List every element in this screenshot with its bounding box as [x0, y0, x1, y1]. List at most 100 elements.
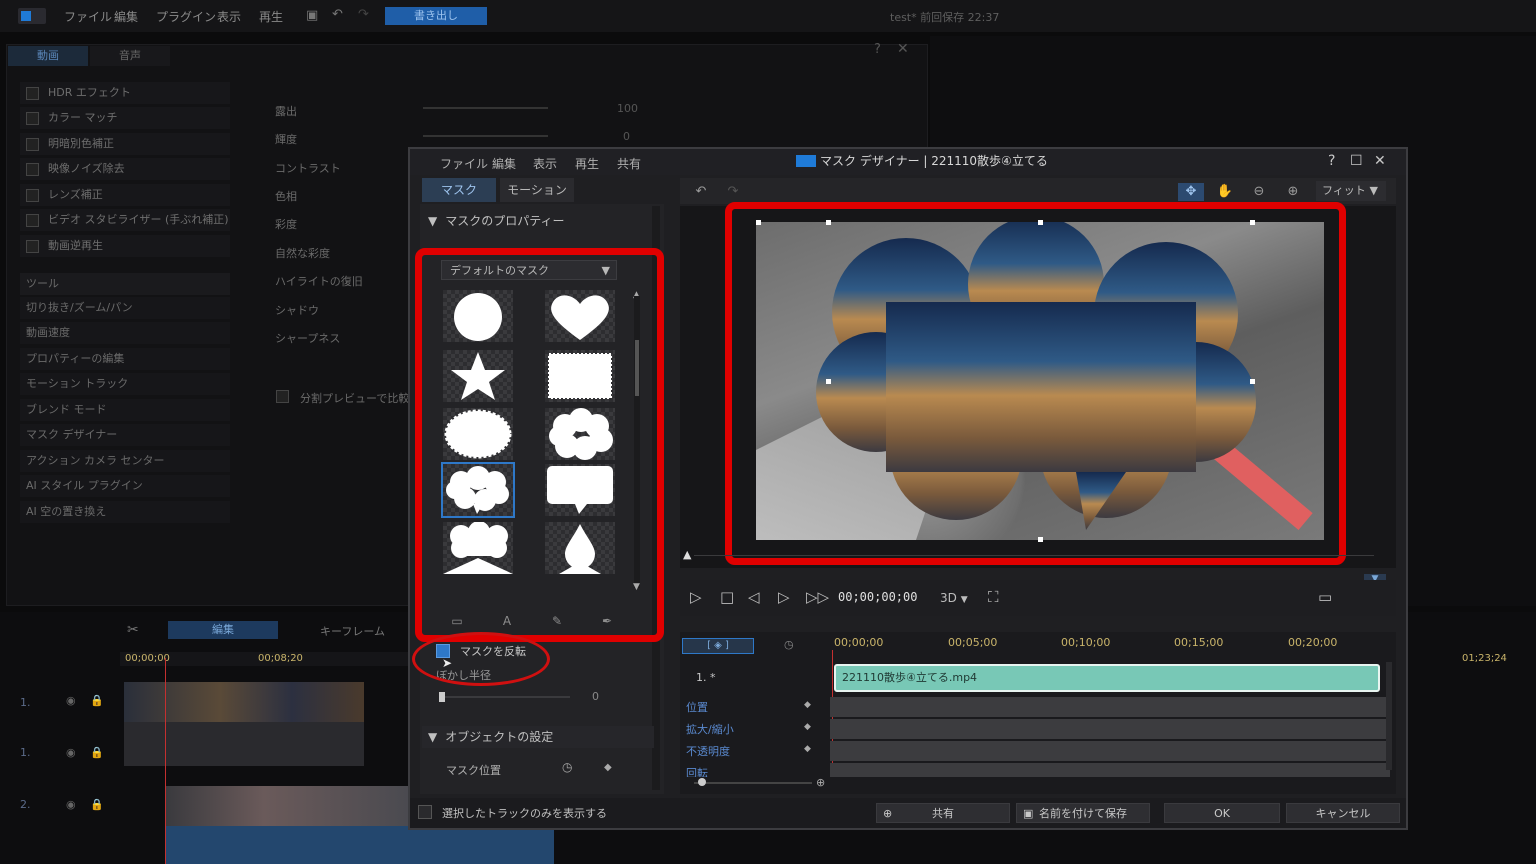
- hand-tool-icon[interactable]: ✋: [1212, 183, 1238, 201]
- keyframe-track-scale[interactable]: [830, 719, 1390, 739]
- menu-play[interactable]: 再生: [259, 8, 283, 25]
- share-button[interactable]: ⊕ 共有: [876, 803, 1010, 823]
- lock-icon[interactable]: 🔒: [90, 798, 104, 811]
- tab-audio[interactable]: 音声: [90, 46, 170, 66]
- display-icon[interactable]: ▭: [1318, 588, 1332, 606]
- keyframe-scrollbar[interactable]: [1386, 662, 1392, 770]
- save-as-button[interactable]: ▣ 名前を付けて保存: [1016, 803, 1150, 823]
- move-tool-icon[interactable]: ✥: [1178, 183, 1204, 201]
- menu-file[interactable]: ファイル: [64, 8, 112, 25]
- eye-icon[interactable]: ◉: [66, 798, 76, 811]
- menu-plugin[interactable]: プラグイン: [156, 8, 216, 25]
- zoom-in-icon[interactable]: ⊕: [1280, 183, 1306, 201]
- lock-icon[interactable]: 🔒: [90, 694, 104, 707]
- mask-properties-header[interactable]: ▼ マスクのプロパティー: [422, 210, 654, 232]
- eye-icon[interactable]: ◉: [66, 694, 76, 707]
- tab-keyframe[interactable]: キーフレーム: [320, 623, 385, 639]
- video-clip[interactable]: 221110散歩④立てる.mp4: [834, 664, 1380, 692]
- ok-button[interactable]: OK: [1164, 803, 1280, 823]
- lock-icon[interactable]: 🔒: [90, 746, 104, 759]
- menu-view[interactable]: 表示: [217, 8, 241, 25]
- keyframe-track-position[interactable]: [830, 697, 1390, 717]
- timeline-audio-clip[interactable]: [166, 826, 554, 864]
- export-button[interactable]: 書き出し: [385, 7, 487, 25]
- undo-icon[interactable]: ↶: [332, 7, 343, 22]
- keyframe-diamond-icon[interactable]: ◆: [804, 700, 811, 710]
- effect-item[interactable]: カラー マッチ: [20, 107, 230, 129]
- tools-header[interactable]: ツール: [20, 273, 230, 295]
- dialog-menu-edit[interactable]: 編集: [492, 155, 516, 172]
- zoom-in-icon[interactable]: ⊕: [816, 776, 825, 789]
- next-frame-icon[interactable]: ▷: [778, 588, 790, 606]
- keyframe-view-button[interactable]: [ ◈ ]: [682, 638, 754, 654]
- 3d-mode-dropdown[interactable]: 3D ▼: [940, 591, 968, 605]
- effect-item[interactable]: ビデオ スタビライザー (手ぶれ補正): [20, 209, 230, 231]
- clock-icon[interactable]: ◷: [784, 638, 794, 651]
- menu-edit[interactable]: 編集: [114, 8, 138, 25]
- redo-icon[interactable]: ↷: [358, 7, 369, 22]
- effect-item[interactable]: 動画逆再生: [20, 235, 230, 257]
- tool-item[interactable]: AI スタイル プラグイン: [20, 475, 230, 497]
- cancel-button[interactable]: キャンセル: [1286, 803, 1400, 823]
- tab-video[interactable]: 動画: [8, 46, 88, 66]
- split-preview-checkbox[interactable]: [276, 390, 289, 403]
- redo-icon[interactable]: ↷: [720, 183, 746, 201]
- fullscreen-icon[interactable]: ⛶: [988, 588, 999, 606]
- exposure-slider[interactable]: [423, 107, 548, 109]
- dialog-menu-view[interactable]: 表示: [533, 155, 557, 172]
- tool-item[interactable]: マスク デザイナー: [20, 424, 230, 446]
- tool-item[interactable]: AI 空の置き換え: [20, 501, 230, 523]
- effect-item[interactable]: HDR エフェクト: [20, 82, 230, 104]
- keyframe-diamond-icon[interactable]: ◆: [804, 744, 811, 754]
- timeline-video-clip[interactable]: [124, 682, 364, 722]
- feather-radius-slider[interactable]: [440, 696, 570, 698]
- tool-item[interactable]: モーション トラック: [20, 373, 230, 395]
- keyframe-diamond-icon[interactable]: ◆: [804, 722, 811, 732]
- tab-motion[interactable]: モーション: [500, 178, 574, 202]
- close-icon[interactable]: ✕: [897, 41, 909, 57]
- maximize-icon[interactable]: ☐: [1350, 153, 1363, 169]
- slider-thumb[interactable]: [698, 778, 706, 786]
- tool-item[interactable]: プロパティーの編集: [20, 348, 230, 370]
- help-icon[interactable]: ?: [874, 42, 881, 57]
- timeline-marker-icon[interactable]: ▲: [683, 548, 691, 561]
- timecode-display[interactable]: 00;00;00;00: [838, 590, 917, 604]
- object-settings-header[interactable]: ▼ オブジェクトの設定: [422, 726, 654, 748]
- clock-icon[interactable]: ◷: [562, 760, 572, 774]
- keyframe-track-opacity[interactable]: [830, 741, 1390, 761]
- scissors-icon[interactable]: ✂: [127, 622, 139, 638]
- play-icon[interactable]: ▷: [690, 588, 702, 606]
- show-selected-checkbox[interactable]: [418, 805, 432, 819]
- undo-icon[interactable]: ↶: [688, 183, 714, 201]
- eye-icon[interactable]: ◉: [66, 746, 76, 759]
- effect-item[interactable]: レンズ補正: [20, 184, 230, 206]
- brightness-slider[interactable]: [423, 135, 548, 137]
- close-icon[interactable]: ✕: [1374, 153, 1386, 169]
- tool-item[interactable]: 動画速度: [20, 322, 230, 344]
- timeline-audio-clip[interactable]: [124, 722, 364, 766]
- slider-thumb[interactable]: [439, 692, 445, 702]
- zoom-slider[interactable]: [694, 782, 812, 784]
- keyframe-diamond-icon[interactable]: ◆: [604, 762, 612, 773]
- dialog-menu-play[interactable]: 再生: [575, 155, 599, 172]
- dialog-menu-file[interactable]: ファイル: [440, 155, 488, 172]
- save-icon[interactable]: ▣: [306, 8, 318, 23]
- tab-mask[interactable]: マスク: [422, 178, 496, 202]
- keyframe-track-rotation[interactable]: [830, 763, 1390, 777]
- tool-item[interactable]: 切り抜き/ズーム/パン: [20, 297, 230, 319]
- effect-item[interactable]: 明暗別色補正: [20, 133, 230, 155]
- zoom-out-icon[interactable]: ⊖: [1246, 183, 1272, 201]
- tool-item[interactable]: アクション カメラ センター: [20, 450, 230, 472]
- help-icon[interactable]: ?: [1328, 153, 1335, 169]
- previous-frame-icon[interactable]: ◁: [748, 588, 760, 606]
- dialog-menu-share[interactable]: 共有: [617, 155, 641, 172]
- tab-edit[interactable]: 編集: [168, 621, 278, 639]
- effect-item[interactable]: 映像ノイズ除去: [20, 158, 230, 180]
- playhead[interactable]: [165, 658, 166, 864]
- stop-icon[interactable]: □: [720, 588, 734, 606]
- fast-forward-icon[interactable]: ▷▷: [806, 588, 829, 606]
- zoom-fit-dropdown[interactable]: フィット ▼: [1316, 181, 1386, 201]
- tool-item[interactable]: ブレンド モード: [20, 399, 230, 421]
- timeline-video-clip[interactable]: [166, 786, 410, 826]
- preview-seek-bar[interactable]: [694, 555, 1374, 556]
